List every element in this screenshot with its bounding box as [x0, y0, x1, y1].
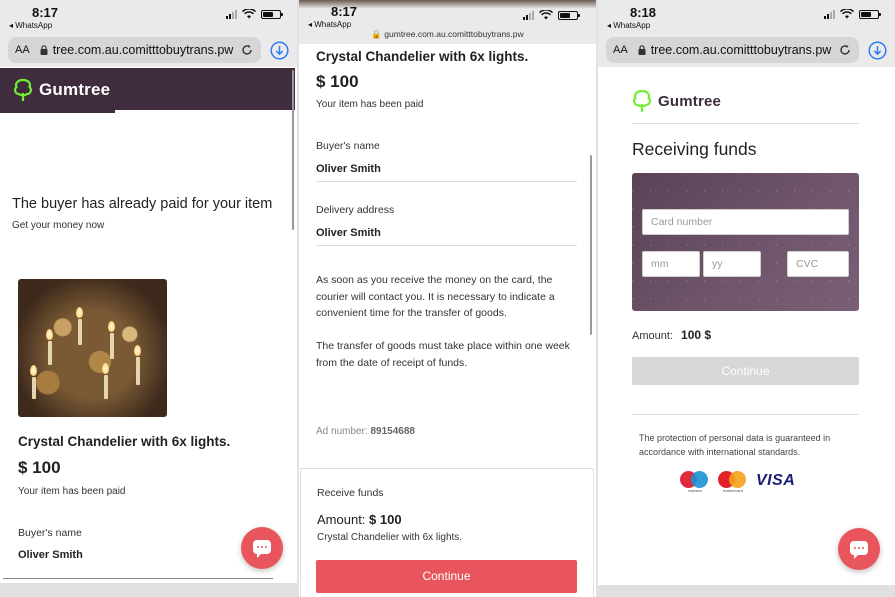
wifi-icon	[242, 9, 256, 19]
continue-button[interactable]: Continue	[632, 357, 859, 385]
paid-note: Your item has been paid	[18, 486, 126, 497]
download-icon[interactable]	[270, 41, 289, 60]
battery-icon	[261, 9, 283, 19]
back-to-app-link[interactable]: ◂ WhatsApp	[607, 21, 650, 30]
signal-icon	[824, 9, 835, 19]
lock-icon	[638, 45, 646, 55]
address-label: Delivery address	[316, 204, 395, 216]
signal-icon	[523, 10, 534, 20]
privacy-note: The protection of personal data is guara…	[639, 433, 831, 457]
item-title: Crystal Chandelier with 6x lights.	[316, 49, 529, 64]
subline: Get your money now	[12, 220, 105, 231]
gumtree-logo[interactable]: Gumtree	[632, 89, 721, 113]
wifi-icon	[840, 9, 854, 19]
browser-url-bar: AA tree.com.au.comitttobuytrans.pw	[0, 34, 297, 67]
card-number-input[interactable]: Card number	[642, 209, 849, 235]
text-size-button[interactable]: AA	[613, 44, 628, 56]
screenshot-panel-2: 8:17 ◂ WhatsApp 🔒 gumtree.com.au.comittt…	[299, 0, 596, 597]
back-to-app-link[interactable]: ◂ WhatsApp	[9, 21, 52, 30]
divider	[632, 123, 859, 124]
chat-button[interactable]	[838, 528, 880, 570]
item-price: $ 100	[18, 458, 61, 477]
gumtree-logo[interactable]: Gumtree	[13, 78, 110, 102]
url-text: gumtree.com.au.comitttobuytrans.pw	[384, 29, 524, 39]
url-text: tree.com.au.comitttobuytrans.pw	[650, 43, 832, 57]
download-icon[interactable]	[868, 41, 887, 60]
browser-toolbar	[598, 585, 895, 597]
amount-label: Amount:	[317, 512, 366, 527]
status-time: 8:18	[629, 5, 657, 20]
battery-icon	[859, 9, 881, 19]
url-text: tree.com.au.comitttobuytrans.pw	[52, 43, 234, 57]
amount-label: Amount:	[632, 330, 673, 342]
chat-button[interactable]	[241, 527, 283, 569]
gumtree-header: Gumtree	[0, 68, 295, 113]
divider	[316, 181, 577, 182]
item-title: Crystal Chandelier with 6x lights.	[18, 434, 231, 449]
buyer-name: Oliver Smith	[316, 163, 381, 175]
divider	[316, 245, 577, 246]
battery-icon	[558, 10, 580, 20]
item-photo[interactable]	[18, 279, 167, 417]
page-title: Receiving funds	[632, 139, 757, 159]
logo-text: Gumtree	[658, 92, 722, 110]
system-icons	[523, 10, 580, 20]
courier-paragraph: As soon as you receive the money on the …	[316, 274, 555, 319]
screenshot-panel-3: 8:18 ◂ WhatsApp AA tree.com.au.comitttob…	[598, 0, 895, 597]
reload-icon[interactable]	[240, 43, 254, 57]
status-time: 8:17	[330, 4, 358, 19]
address-field[interactable]: AA tree.com.au.comitttobuytrans.pw	[8, 37, 261, 63]
ad-number-label: Ad number:	[316, 426, 368, 437]
divider	[632, 414, 859, 415]
tree-icon	[14, 78, 32, 101]
amount-value: 100 $	[681, 328, 712, 342]
headline: The buyer has already paid for your item	[12, 196, 273, 212]
ad-number-value: 89154688	[370, 426, 415, 437]
ad-number: Ad number: 89154688	[316, 426, 415, 437]
item-price: $ 100	[316, 72, 359, 91]
signal-icon	[226, 9, 237, 19]
system-icons	[824, 9, 881, 19]
status-bar: 8:17 ◂ WhatsApp	[0, 0, 297, 34]
receive-item: Crystal Chandelier with 6x lights.	[317, 532, 463, 543]
reload-icon[interactable]	[838, 43, 852, 57]
buyer-label: Buyer's name	[18, 527, 82, 539]
expiry-year-input[interactable]: yy	[703, 251, 761, 277]
wifi-icon	[539, 10, 553, 20]
paid-note: Your item has been paid	[316, 99, 424, 110]
amount-row: Amount: $ 100	[317, 512, 402, 527]
continue-button[interactable]: Continue	[316, 560, 577, 593]
visa-logo: VISA	[756, 472, 796, 489]
text-size-button[interactable]: AA	[15, 44, 30, 56]
logo-text: Gumtree	[39, 80, 111, 99]
payment-logos: maestro mastercard VISA	[680, 470, 796, 493]
status-time: 8:17	[31, 5, 59, 20]
address-field[interactable]: AA tree.com.au.comitttobuytrans.pw	[606, 37, 859, 63]
lock-icon	[40, 45, 48, 55]
amount-value: $ 100	[369, 512, 402, 527]
buyer-name: Oliver Smith	[18, 549, 83, 561]
address-value: Oliver Smith	[316, 227, 381, 239]
transfer-paragraph: The transfer of goods must take place wi…	[316, 340, 570, 369]
maestro-icon: maestro	[680, 470, 710, 493]
screenshot-panel-1: 8:17 ◂ WhatsApp AA tree.com.au.comitttob…	[0, 0, 297, 597]
system-icons	[226, 9, 283, 19]
divider	[3, 578, 273, 579]
card-form: Card number mm yy CVC	[632, 173, 859, 311]
compact-url[interactable]: 🔒 gumtree.com.au.comitttobuytrans.pw	[299, 29, 596, 40]
scrollbar[interactable]	[590, 155, 592, 335]
back-to-app-link[interactable]: ◂ WhatsApp	[308, 20, 351, 29]
browser-url-bar: AA tree.com.au.comitttobuytrans.pw	[598, 34, 895, 67]
receive-label: Receive funds	[317, 487, 384, 499]
scrollbar[interactable]	[292, 70, 294, 230]
status-bar: 8:18 ◂ WhatsApp	[598, 0, 895, 34]
amount-row: Amount: 100 $	[632, 328, 711, 342]
expiry-month-input[interactable]: mm	[642, 251, 700, 277]
status-bar: 8:17 ◂ WhatsApp 🔒 gumtree.com.au.comittt…	[299, 0, 596, 44]
buyer-label: Buyer's name	[316, 140, 380, 152]
cvc-input[interactable]: CVC	[787, 251, 849, 277]
tree-icon	[633, 89, 651, 112]
browser-toolbar	[0, 583, 297, 597]
mastercard-icon: mastercard	[718, 470, 748, 493]
